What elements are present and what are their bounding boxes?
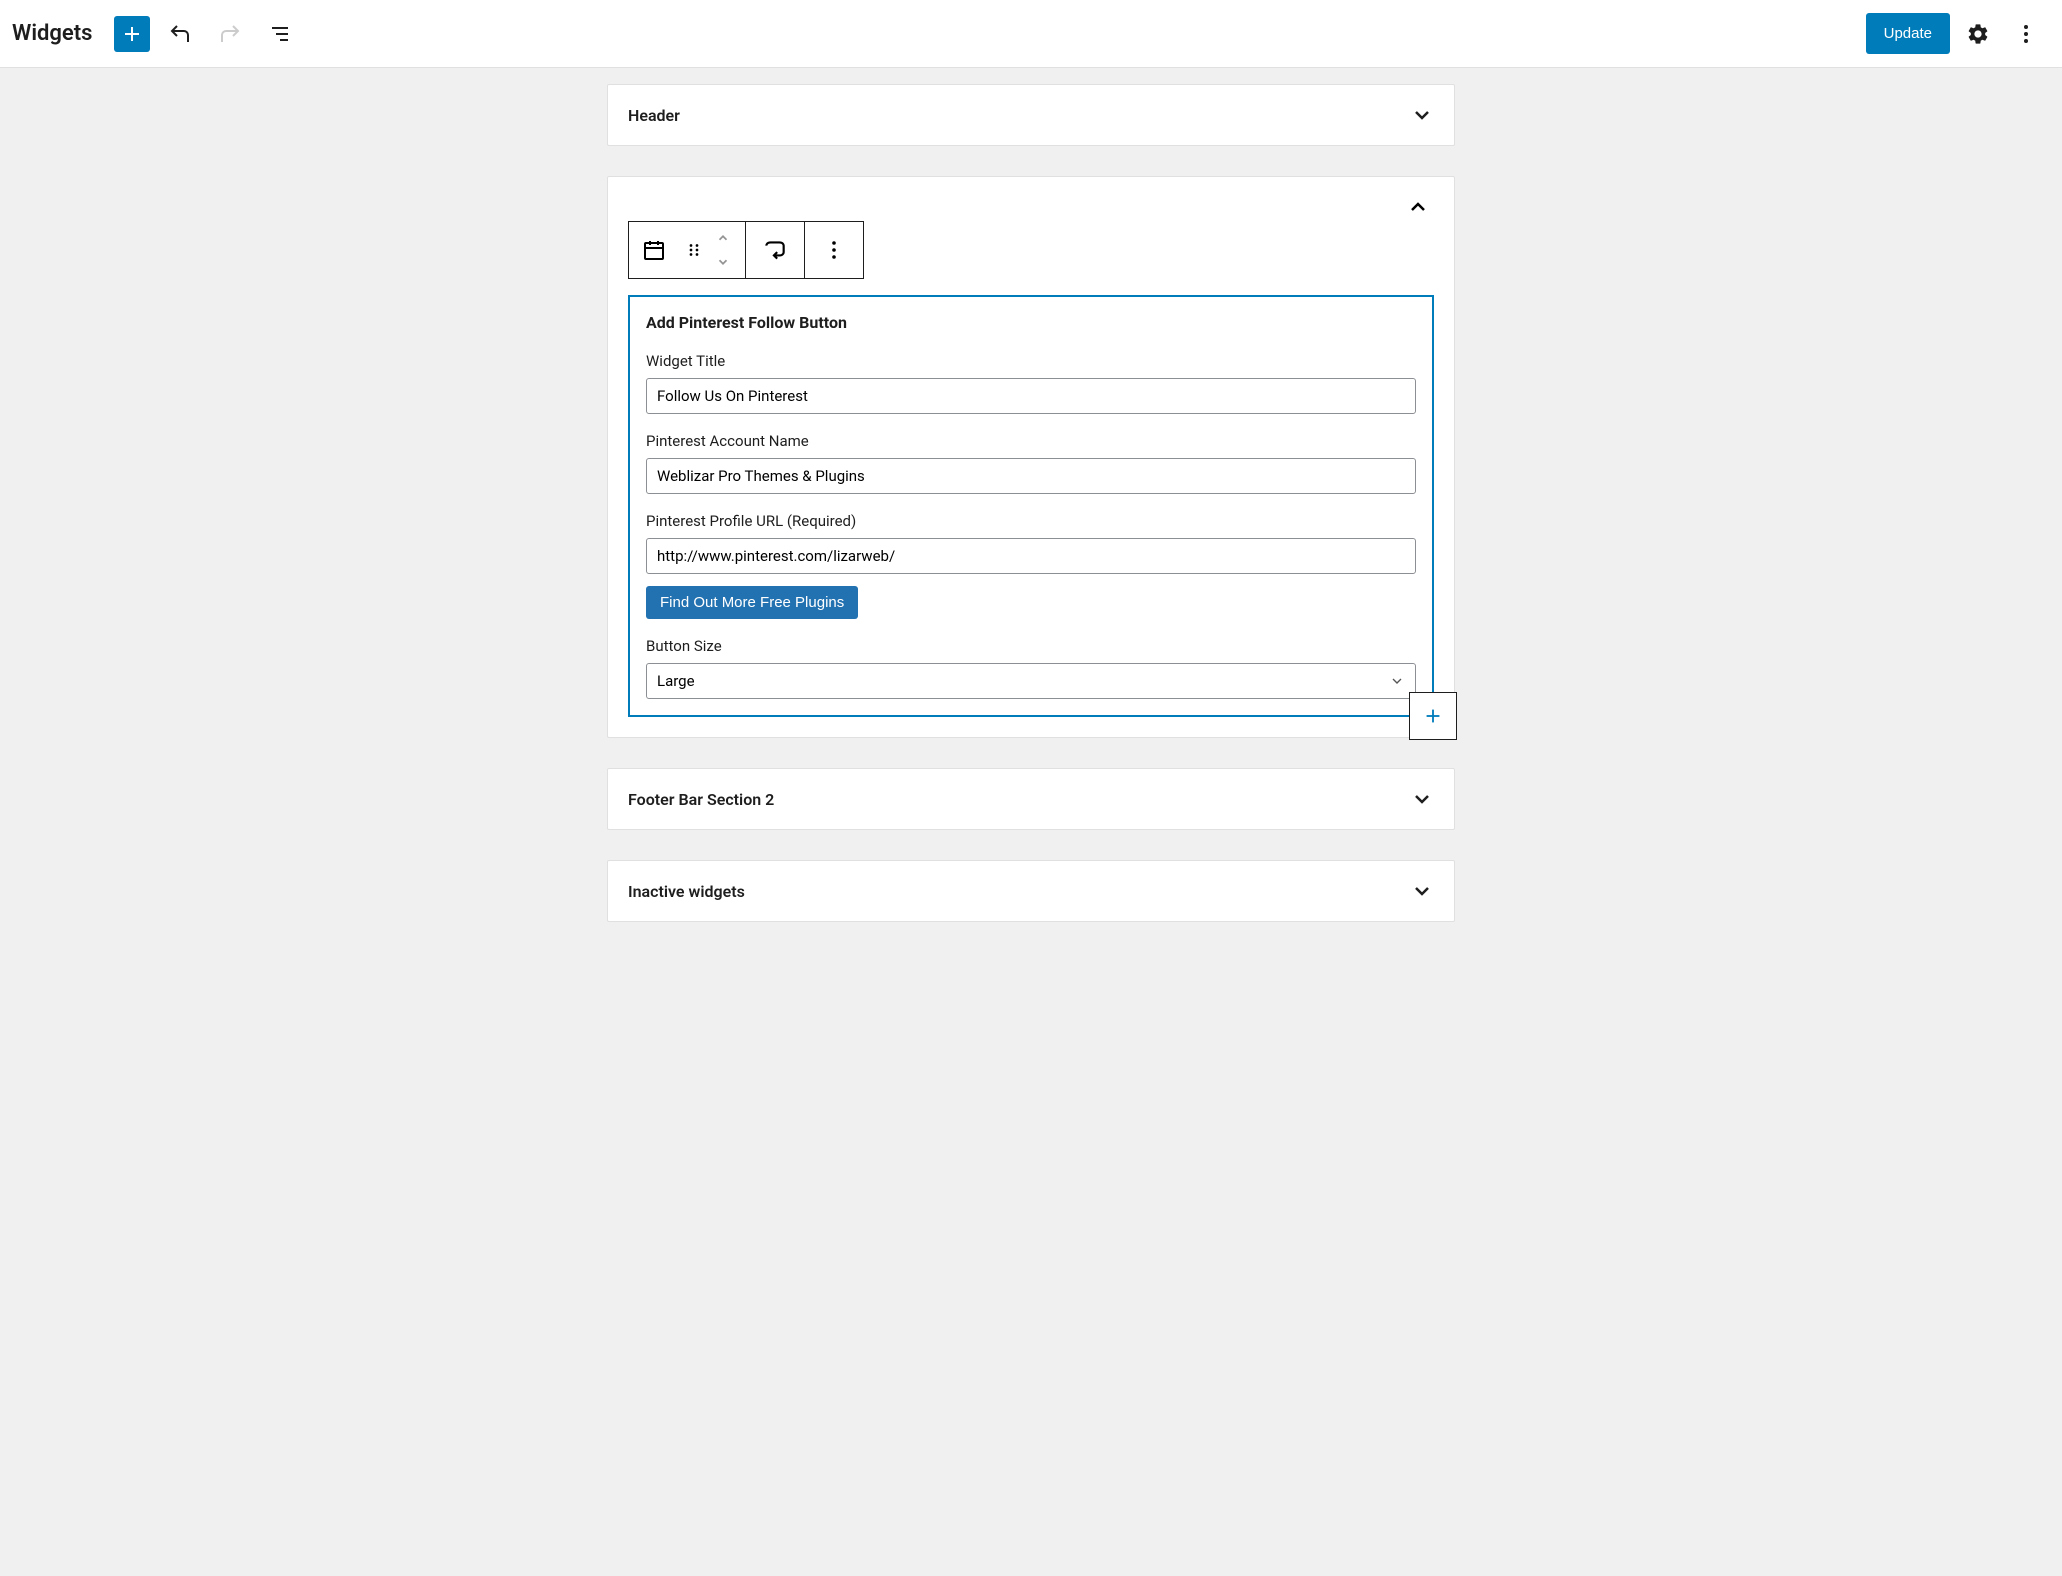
- account-name-label: Pinterest Account Name: [646, 432, 1416, 450]
- plus-icon: [120, 22, 144, 46]
- field-account-name: Pinterest Account Name: [646, 432, 1416, 494]
- chevron-up-icon: [1406, 195, 1430, 219]
- find-plugins-button[interactable]: Find Out More Free Plugins: [646, 586, 858, 619]
- profile-url-input[interactable]: [646, 538, 1416, 574]
- chevron-down-small-icon: [715, 255, 731, 269]
- page-title: Widgets: [12, 21, 92, 46]
- widget-title-input[interactable]: [646, 378, 1416, 414]
- move-to-icon: [762, 237, 788, 263]
- chevron-down-icon: [1410, 879, 1434, 903]
- more-vertical-icon: [2014, 22, 2038, 46]
- update-button[interactable]: Update: [1866, 13, 1950, 54]
- widget-area-toggle[interactable]: Inactive widgets: [608, 861, 1454, 921]
- editor-top-bar: Widgets Update: [0, 0, 2062, 68]
- calendar-icon: [642, 238, 666, 262]
- profile-url-label: Pinterest Profile URL (Required): [646, 512, 1416, 530]
- widget-area-footer-2: Footer Bar Section 2: [607, 768, 1455, 830]
- top-bar-right: Update: [1866, 13, 2046, 54]
- options-button[interactable]: [2006, 14, 2046, 54]
- block-toolbar: [628, 221, 864, 279]
- gear-icon: [1966, 22, 1990, 46]
- move-down-button[interactable]: [709, 250, 737, 274]
- account-name-input[interactable]: [646, 458, 1416, 494]
- widget-area-active: Add Pinterest Follow Button Widget Title…: [607, 176, 1455, 738]
- button-size-label: Button Size: [646, 637, 1416, 655]
- move-to-widget-area-button[interactable]: [746, 222, 804, 278]
- undo-icon: [168, 22, 192, 46]
- widget-block-selected[interactable]: Add Pinterest Follow Button Widget Title…: [628, 295, 1434, 717]
- editor-content: Header: [607, 68, 1455, 992]
- drag-icon: [685, 241, 703, 259]
- move-up-button[interactable]: [709, 226, 737, 250]
- top-bar-left: Widgets: [12, 14, 300, 54]
- settings-button[interactable]: [1958, 14, 1998, 54]
- widget-area-title: Inactive widgets: [628, 882, 745, 901]
- more-vertical-icon: [822, 238, 846, 262]
- chevron-up-small-icon: [715, 231, 731, 245]
- field-button-size: Button Size Large: [646, 637, 1416, 699]
- chevron-down-icon: [1410, 103, 1434, 127]
- widget-area-collapse[interactable]: [1402, 191, 1434, 223]
- block-options-button[interactable]: [805, 222, 863, 278]
- widget-area-toggle[interactable]: Footer Bar Section 2: [608, 769, 1454, 829]
- add-block-button[interactable]: [1409, 692, 1457, 740]
- list-view-icon: [268, 22, 292, 46]
- widget-area-header: Header: [607, 84, 1455, 146]
- plus-icon: [1422, 705, 1444, 727]
- chevron-down-icon: [1410, 787, 1434, 811]
- widget-area-inactive: Inactive widgets: [607, 860, 1455, 922]
- field-widget-title: Widget Title: [646, 352, 1416, 414]
- add-block-toggle[interactable]: [114, 16, 150, 52]
- widget-area-toggle[interactable]: Header: [608, 85, 1454, 145]
- widget-block-title: Add Pinterest Follow Button: [646, 313, 1416, 332]
- widget-area-body: Add Pinterest Follow Button Widget Title…: [608, 221, 1454, 737]
- redo-button[interactable]: [210, 14, 250, 54]
- undo-button[interactable]: [160, 14, 200, 54]
- field-profile-url: Pinterest Profile URL (Required): [646, 512, 1416, 574]
- widget-area-title: Header: [628, 106, 680, 125]
- widget-area-title: Footer Bar Section 2: [628, 790, 774, 809]
- block-type-button[interactable]: [629, 222, 679, 278]
- widget-title-label: Widget Title: [646, 352, 1416, 370]
- redo-icon: [218, 22, 242, 46]
- list-view-button[interactable]: [260, 14, 300, 54]
- button-size-select[interactable]: Large: [646, 663, 1416, 699]
- drag-handle[interactable]: [679, 222, 709, 278]
